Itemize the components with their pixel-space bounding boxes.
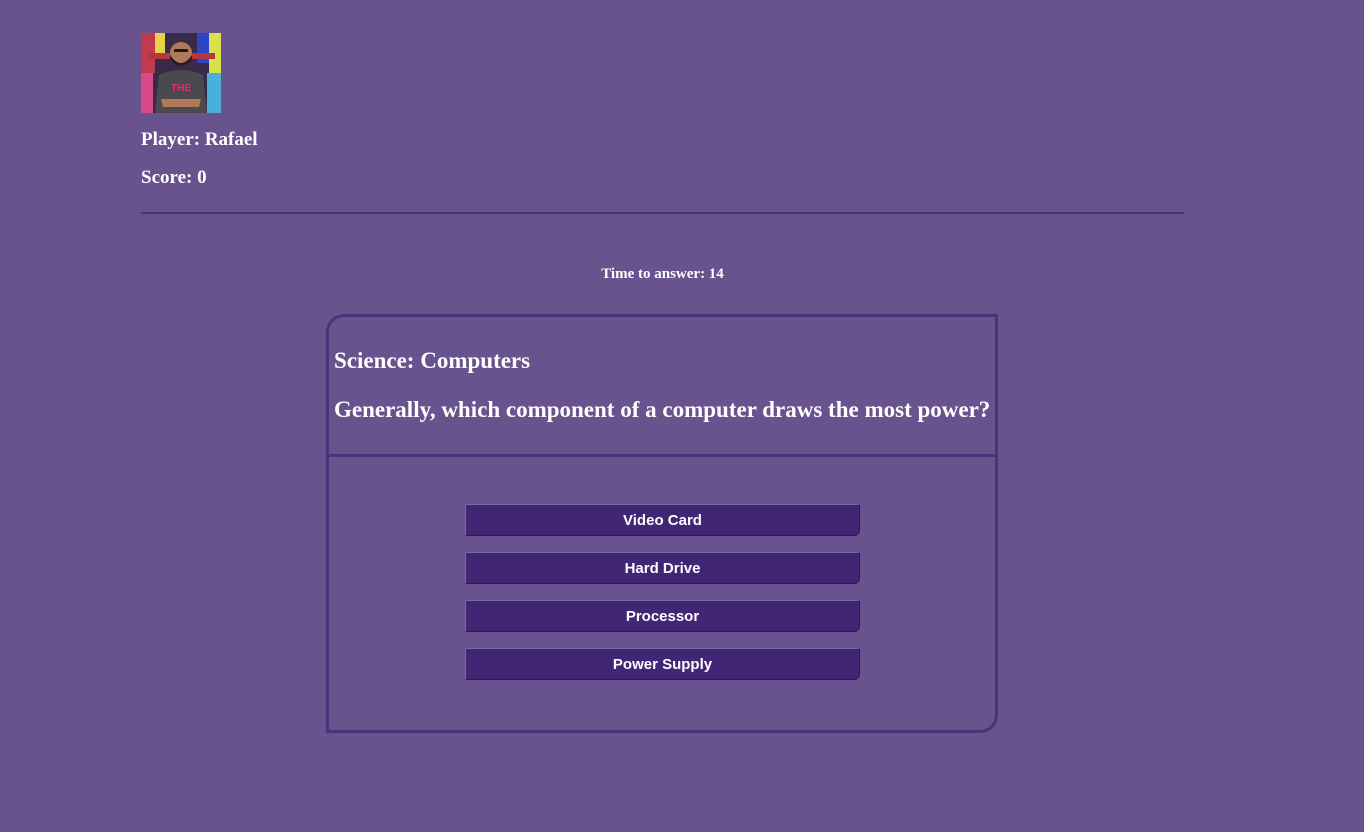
- answer-button-power-supply[interactable]: Power Supply: [465, 648, 860, 680]
- answer-button-video-card[interactable]: Video Card: [465, 504, 860, 536]
- player-name: Player: Rafael: [141, 129, 258, 150]
- answer-list: Video Card Hard Drive Processor Power Su…: [465, 504, 860, 696]
- player-header: THE Player: Rafael Score: 0: [141, 33, 1184, 188]
- answer-timer: Time to answer: 14: [601, 266, 724, 282]
- avatar-photo: THE: [141, 33, 221, 113]
- answer-button-hard-drive[interactable]: Hard Drive: [465, 552, 860, 584]
- question-card: Science: Computers Generally, which comp…: [326, 314, 998, 733]
- answer-button-processor[interactable]: Processor: [465, 600, 860, 632]
- question-header: Science: Computers Generally, which comp…: [329, 317, 995, 457]
- question-category: Science: Computers: [334, 348, 531, 373]
- player-score: Score: 0: [141, 167, 207, 188]
- question-text: Generally, which component of a computer…: [334, 397, 991, 422]
- svg-text:THE: THE: [171, 83, 191, 94]
- header-divider: [141, 212, 1184, 214]
- avatar: THE: [141, 33, 221, 113]
